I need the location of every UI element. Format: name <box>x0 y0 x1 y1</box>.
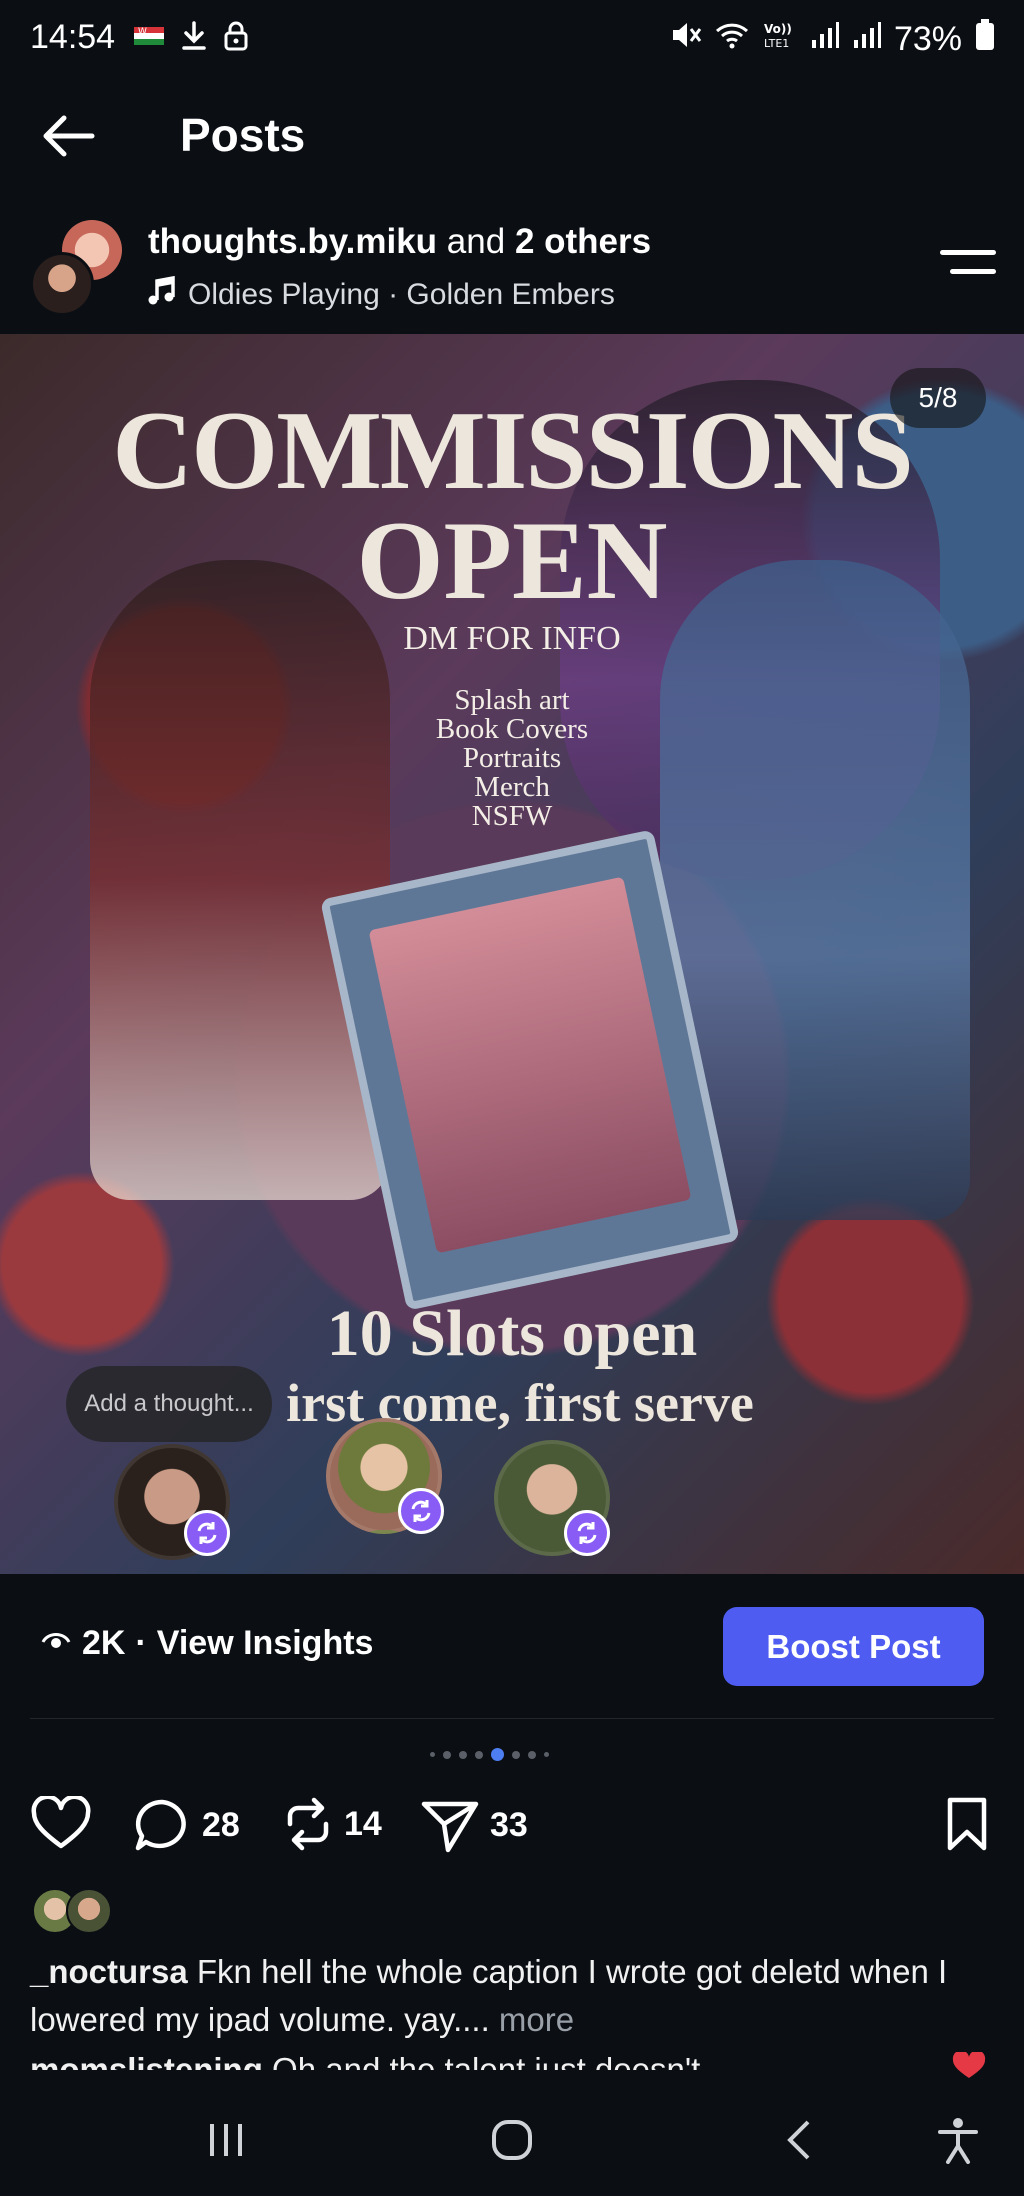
carousel-dot-active <box>491 1748 504 1761</box>
image-headline-2: OPEN <box>356 499 668 623</box>
page-title: Posts <box>180 109 306 161</box>
comment-text: Oh and the talent just doesn't <box>272 2051 701 2070</box>
svg-text:LTE1: LTE1 <box>764 37 789 50</box>
image-slots-text: 10 Slots open <box>326 1297 698 1370</box>
view-insights-button[interactable]: 2K · View Insights <box>40 1624 373 1663</box>
wifi-icon <box>714 20 750 58</box>
flag-icon: W <box>132 21 166 56</box>
chevron-left-icon <box>787 2120 810 2160</box>
slide-counter: 5/8 <box>890 368 986 428</box>
accessibility-icon <box>938 2118 978 2164</box>
service-item: Splash art <box>454 684 570 716</box>
carousel-dot <box>459 1750 467 1759</box>
menu-line-icon <box>940 250 996 255</box>
liked-heart-icon[interactable] <box>952 2050 986 2080</box>
svg-text:W: W <box>138 27 147 37</box>
music-note-icon <box>148 275 176 314</box>
repost-badge-icon <box>398 1488 444 1534</box>
carousel-dot <box>475 1750 483 1759</box>
insights-separator: · <box>135 1624 147 1662</box>
repost-badge-icon <box>564 1510 610 1556</box>
recent-apps-button[interactable] <box>186 2110 266 2170</box>
music-title: Oldies Playing · Golden Embers <box>188 278 615 311</box>
repost-button[interactable]: 14 <box>282 1796 382 1852</box>
bookmark-icon <box>947 1797 987 1851</box>
carousel-dot <box>443 1750 451 1759</box>
status-time: 14:54 <box>30 18 116 56</box>
divider <box>30 1718 994 1719</box>
status-icons-right: Vo)) LTE1 73% <box>670 18 996 60</box>
liker-avatars[interactable] <box>32 1888 132 1936</box>
comment-button[interactable]: 28 <box>132 1796 240 1854</box>
comment-bubble-icon <box>135 1799 186 1851</box>
signal-icon-2 <box>852 20 882 58</box>
insights-label: View Insights <box>156 1624 374 1662</box>
image-first-come-text: irst come, first serve <box>286 1373 754 1433</box>
menu-line-icon <box>950 269 996 274</box>
image-headline-1: COMMISSIONS <box>112 389 913 513</box>
heart-icon <box>31 1796 91 1849</box>
share-count: 33 <box>490 1805 528 1844</box>
lock-icon <box>222 20 250 57</box>
comment-count: 28 <box>202 1805 240 1844</box>
volte-icon: Vo)) LTE1 <box>762 20 798 58</box>
share-button[interactable]: 33 <box>420 1796 528 1854</box>
repost-badge-icon <box>184 1510 230 1556</box>
post-menu-button[interactable] <box>940 250 996 290</box>
status-icons-left: W <box>132 20 250 57</box>
svg-text:Vo)): Vo)) <box>764 22 792 36</box>
signal-icon-1 <box>810 20 840 58</box>
back-nav-button[interactable] <box>760 2110 840 2170</box>
second-comment[interactable]: momslistening Oh and the talent just doe… <box>30 2046 990 2070</box>
battery-icon <box>974 18 996 60</box>
download-icon <box>180 20 208 57</box>
battery-percentage: 73% <box>893 19 962 58</box>
back-button[interactable] <box>36 108 100 164</box>
recent-apps-icon <box>210 2124 242 2156</box>
boost-post-button[interactable]: Boost Post <box>723 1607 984 1686</box>
send-icon <box>421 1801 479 1853</box>
service-item: NSFW <box>471 800 553 832</box>
author-connector: and <box>446 222 506 261</box>
caption-more-link[interactable]: more <box>499 2001 574 2038</box>
back-arrow-icon <box>43 115 95 157</box>
like-button[interactable] <box>30 1796 92 1852</box>
mute-icon <box>670 20 702 58</box>
image-subheading: DM FOR INFO <box>403 620 621 657</box>
action-row: 28 14 33 <box>30 1796 994 1856</box>
add-thought-button[interactable]: Add a thought... <box>66 1366 272 1442</box>
caption[interactable]: _noctursa Fkn hell the whole caption I w… <box>30 1948 990 2044</box>
repost-icon <box>287 1797 329 1851</box>
comment-username[interactable]: momslistening <box>30 2051 263 2070</box>
service-item: Book Covers <box>435 713 589 745</box>
carousel-dot <box>528 1750 536 1759</box>
home-icon <box>492 2120 532 2160</box>
carousel-indicator <box>430 1748 549 1761</box>
author-username[interactable]: thoughts.by.miku <box>148 222 437 261</box>
bookmark-button[interactable] <box>942 1796 992 1852</box>
music-info[interactable]: Oldies Playing · Golden Embers <box>148 275 615 314</box>
view-count: 2K <box>82 1624 126 1662</box>
post-authors[interactable]: thoughts.by.miku and 2 others <box>148 222 651 262</box>
app-bar <box>0 90 1024 182</box>
carousel-dot <box>430 1752 435 1757</box>
home-button[interactable] <box>472 2110 552 2170</box>
others-link[interactable]: 2 others <box>515 222 651 261</box>
repost-count: 14 <box>344 1804 382 1843</box>
carousel-dot <box>544 1752 549 1757</box>
author-avatar[interactable] <box>30 252 94 316</box>
caption-username[interactable]: _noctursa <box>30 1953 188 1990</box>
service-item: Merch <box>474 771 550 803</box>
service-item: Portraits <box>462 742 562 774</box>
eye-icon <box>40 1624 72 1663</box>
image-services-list: Splash art Book Covers Portraits Merch N… <box>0 686 1024 831</box>
liker-avatar <box>66 1888 112 1934</box>
accessibility-button[interactable] <box>918 2110 998 2170</box>
carousel-dot <box>512 1750 520 1759</box>
